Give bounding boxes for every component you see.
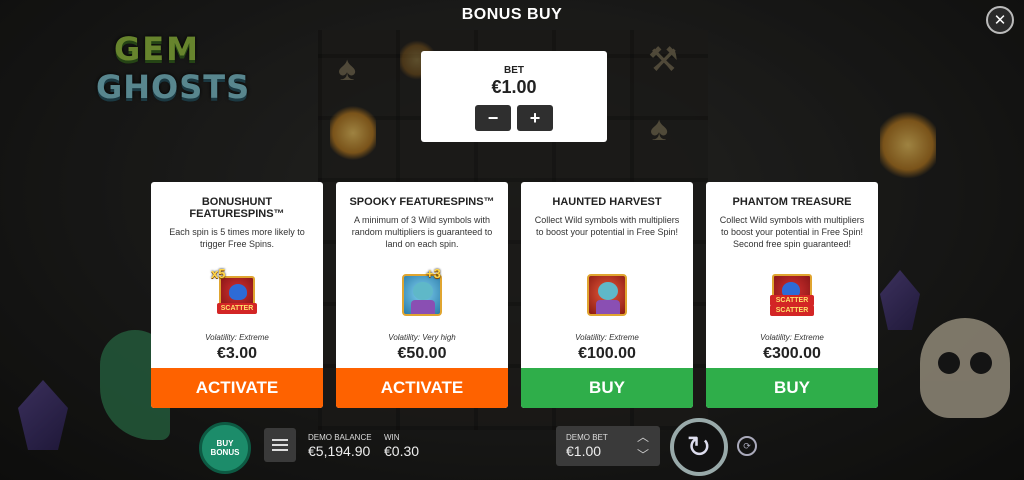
spin-button[interactable]: ↻	[670, 418, 728, 476]
demo-bet-value: €1.00	[566, 443, 602, 459]
feature-card-spooky: SPOOKY FEATURESPINS™ A minimum of 3 Wild…	[336, 182, 508, 408]
card-description: Each spin is 5 times more likely to trig…	[169, 227, 305, 249]
card-volatility: Volatility: Extreme	[205, 333, 269, 342]
card-price: €100.00	[578, 345, 636, 362]
win-label: WIN	[384, 433, 400, 442]
scatter-label: SCATTER	[217, 303, 257, 314]
bet-value: €1.00	[491, 77, 537, 97]
bet-down-icon[interactable]: ﹀	[637, 446, 649, 463]
bet-increase-button[interactable]: +	[517, 105, 553, 131]
multiplier-badge: x5	[211, 266, 226, 281]
close-button[interactable]: ✕	[986, 6, 1014, 34]
close-icon: ✕	[993, 12, 1007, 29]
hamburger-icon	[272, 439, 288, 441]
card-price: €300.00	[763, 345, 821, 362]
card-volatility: Volatility: Very high	[388, 333, 456, 342]
double-scatter-symbol-icon: SCATTER SCATTER	[762, 266, 822, 326]
card-volatility: Volatility: Extreme	[575, 333, 639, 342]
buy-bonus-button[interactable]: BUY BONUS	[199, 422, 251, 474]
card-title: BONUSHUNT FEATURESPINS™	[189, 196, 285, 220]
wild-symbol-icon: +3	[392, 266, 452, 326]
demo-balance-label: DEMO BALANCE	[308, 433, 372, 442]
card-price: €50.00	[397, 345, 447, 362]
buy-button[interactable]: BUY	[521, 368, 693, 408]
card-description: A minimum of 3 Wild symbols with random …	[351, 215, 493, 249]
feature-card-bonushunt: BONUSHUNT FEATURESPINS™ Each spin is 5 t…	[151, 182, 323, 408]
wild-symbol-icon	[577, 266, 637, 326]
bet-label: BET	[504, 65, 524, 76]
card-volatility: Volatility: Extreme	[760, 333, 824, 342]
card-description: Collect Wild symbols with multipliers to…	[719, 215, 865, 249]
buy-button[interactable]: BUY	[706, 368, 878, 408]
demo-balance-value: €5,194.90	[308, 443, 371, 459]
scatter-label-2: SCATTER	[770, 305, 814, 316]
demo-bet-label: DEMO BET	[566, 433, 608, 442]
multiplier-badge: +3	[426, 266, 441, 281]
spin-icon: ↻	[686, 430, 712, 464]
feature-card-phantom-treasure: PHANTOM TREASURE Collect Wild symbols wi…	[706, 182, 878, 408]
activate-button[interactable]: ACTIVATE	[336, 368, 508, 408]
scatter-symbol-icon: SCATTER x5	[207, 266, 267, 326]
activate-button[interactable]: ACTIVATE	[151, 368, 323, 408]
card-title: HAUNTED HARVEST	[552, 196, 662, 208]
bonus-buy-title: BONUS BUY	[461, 6, 563, 23]
card-title: SPOOKY FEATURESPINS™	[349, 196, 495, 208]
bet-up-icon[interactable]: ︿	[637, 428, 649, 445]
feature-card-haunted-harvest: HAUNTED HARVEST Collect Wild symbols wit…	[521, 182, 693, 408]
card-description: Collect Wild symbols with multipliers to…	[534, 215, 680, 237]
card-title: PHANTOM TREASURE	[732, 196, 852, 208]
card-price: €3.00	[216, 345, 258, 362]
menu-button[interactable]	[264, 428, 296, 462]
autoplay-icon: ⟳	[743, 440, 751, 451]
bet-decrease-button[interactable]: −	[475, 105, 511, 131]
autoplay-button[interactable]: ⟳	[737, 436, 757, 456]
bet-panel: BET €1.00 − +	[421, 51, 607, 142]
win-value: €0.30	[384, 443, 420, 459]
